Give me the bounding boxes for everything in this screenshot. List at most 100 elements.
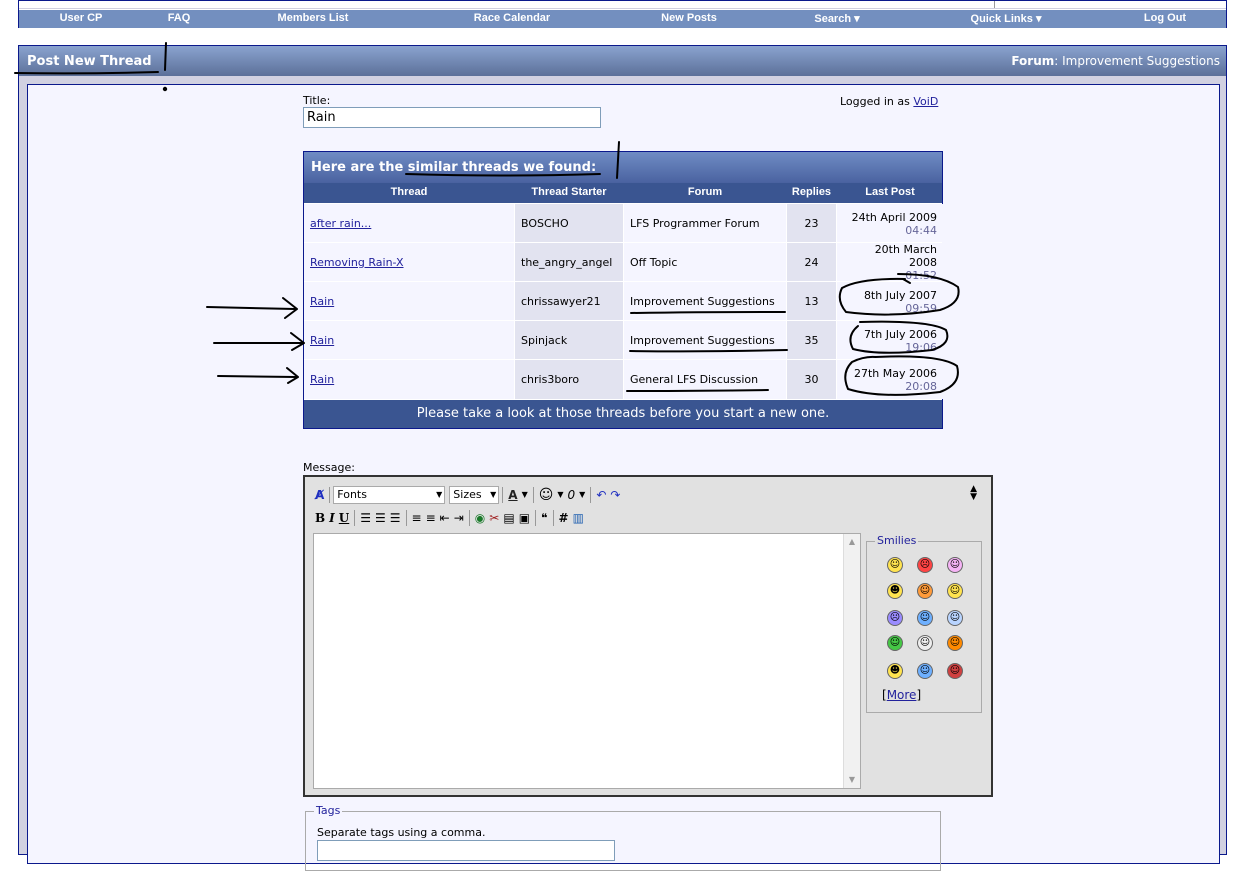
smilies-box: Smilies ☺ ☹ ☺ ☻ ☺ ☺ ☹ ☺ ☺ ☺ ☺ ☺ ☻ ☺ ☺ [More] [866,534,982,713]
col-forum: Forum [687,186,723,198]
table-header-row: Thread Thread Starter Forum Replies Last… [304,183,942,203]
similar-threads-table: Here are the similar threads we found: T… [303,151,943,429]
size-select[interactable]: Sizes ▼ [449,486,500,504]
unordered-list-icon[interactable]: ≡ [426,509,436,527]
align-left-icon[interactable]: ☰ [360,509,371,527]
nav-quick-links[interactable]: Quick Links ▾ [971,12,1042,25]
replies-cell: 30 [787,360,836,399]
smiley-icon[interactable]: ☺ [917,663,933,679]
navbar: User CP FAQ Members List Race Calendar N… [18,0,1227,28]
smiley-icon[interactable]: ☺ [887,635,903,651]
forum-name[interactable]: Improvement Suggestions [1062,54,1220,68]
resize-editor-icon[interactable]: ▲ ▼ [970,485,977,502]
nav-new-posts[interactable]: New Posts [661,12,717,24]
last-post-cell: 27th May 2006 20:08 [837,360,943,399]
smiley-icon[interactable]: ☺ [887,557,903,573]
table-row: Rain Spinjack Improvement Suggestions 35… [304,320,943,360]
navbar-top-strip [19,1,1226,8]
message-textarea[interactable]: ▲ ▼ [313,533,861,789]
tags-hint: Separate tags using a comma. [317,826,486,839]
thread-link[interactable]: Rain [310,334,334,347]
insert-image-icon[interactable]: ▣ [519,509,530,527]
textarea-scrollbar[interactable]: ▲ ▼ [843,534,860,788]
indent-icon[interactable]: ⇥ [454,509,464,527]
nav-race-calendar[interactable]: Race Calendar [474,12,550,24]
smiley-icon[interactable]: ☻ [887,663,903,679]
thread-cell: Removing Rain-X [304,243,514,282]
chevron-down-icon[interactable]: ▼ [522,486,528,504]
bold-icon[interactable]: B [315,509,325,527]
thread-cell: Rain [304,360,514,399]
smiley-icon[interactable]: ☻ [887,583,903,599]
nav-user-cp[interactable]: User CP [60,12,103,24]
smilies-legend: Smilies [875,534,919,547]
forum-label: Forum [1011,54,1055,68]
font-select[interactable]: Fonts ▼ [333,486,446,504]
last-post-date: 8th July 2007 [863,288,937,302]
thread-link[interactable]: Rain [310,295,334,308]
thread-link[interactable]: Removing Rain-X [310,256,404,269]
attachment-icon[interactable]: 0 [568,486,576,504]
smiley-icon[interactable]: ☺ [947,610,963,626]
title-input[interactable]: Rain [303,107,601,128]
chevron-down-icon: ▼ [436,490,443,499]
starter-cell: chrissawyer21 [515,282,623,321]
outdent-icon[interactable]: ⇤ [440,509,450,527]
col-replies: Replies [791,186,832,198]
align-center-icon[interactable]: ☰ [375,509,386,527]
last-post-date: 7th July 2006 [863,327,937,341]
remove-link-icon[interactable]: ✂ [489,509,499,527]
last-post-date: 24th April 2009 [851,210,937,224]
page-title: Post New Thread [27,54,152,69]
table-row: Rain chris3boro General LFS Discussion 3… [304,359,943,399]
message-label: Message: [303,461,355,474]
smiley-icon[interactable]: ☺ [917,610,933,626]
italic-icon[interactable]: I [329,509,335,527]
tags-legend: Tags [314,804,343,817]
smiley-icon[interactable]: ☹ [887,610,903,626]
smiley-icon[interactable]: ☹ [917,557,933,573]
smiley-icon[interactable]: ☺ [947,557,963,573]
nav-search[interactable]: Search ▾ [814,12,859,25]
last-post-time: 04:44 [905,223,937,237]
smiley-icon[interactable]: ☺ [947,583,963,599]
forum-cell: Improvement Suggestions [624,321,786,360]
chevron-down-icon: ▼ [490,490,497,499]
chevron-down-icon[interactable]: ▼ [579,486,585,504]
thread-link[interactable]: after rain... [310,217,371,230]
editor-toolbar-top: A̸ Fonts ▼ Sizes ▼ A ▼ ☺ ▼ 0 ▼ ↶ ↷ [313,485,622,505]
col-thread-starter: Thread Starter [531,186,607,198]
chevron-down-icon[interactable]: ▼ [557,486,563,504]
username-link[interactable]: VoiD [913,95,938,108]
text-color-icon[interactable]: A [508,486,517,504]
nav-faq[interactable]: FAQ [168,12,191,24]
redo-icon[interactable]: ↷ [610,486,620,504]
nav-members-list[interactable]: Members List [278,12,349,24]
insert-link-icon[interactable]: ◉ [475,509,485,527]
code-hash-icon[interactable]: # [559,509,569,527]
underline-icon[interactable]: U [339,509,349,527]
forum-cell: General LFS Discussion [624,360,786,399]
php-code-icon[interactable]: ▥ [573,509,584,527]
more-smilies-link[interactable]: More [887,688,917,702]
scroll-up-icon[interactable]: ▲ [844,534,860,550]
remove-format-icon[interactable]: A̸ [315,486,324,504]
quote-icon[interactable]: ❝ [541,509,547,527]
col-last-post: Last Post [865,186,915,198]
smiley-icon[interactable]: ☺ [917,583,933,599]
smiley-icon[interactable]: ☺ [947,663,963,679]
title-label: Title: [303,94,331,107]
last-post-time: 19:06 [905,340,937,354]
smiley-icon[interactable]: ☺ [947,635,963,651]
thread-link[interactable]: Rain [310,373,334,386]
smiley-icon[interactable]: ☺ [917,635,933,651]
nav-log-out[interactable]: Log Out [1144,12,1186,24]
similar-threads-heading: Here are the similar threads we found: [311,160,597,175]
insert-email-icon[interactable]: ▤ [503,509,514,527]
ordered-list-icon[interactable]: ≡ [412,509,422,527]
smiley-picker-icon[interactable]: ☺ [539,486,554,504]
panel-header: Post New Thread Forum: Improvement Sugge… [19,46,1226,76]
scroll-down-icon[interactable]: ▼ [844,772,860,788]
align-right-icon[interactable]: ☰ [390,509,401,527]
undo-icon[interactable]: ↶ [596,486,606,504]
